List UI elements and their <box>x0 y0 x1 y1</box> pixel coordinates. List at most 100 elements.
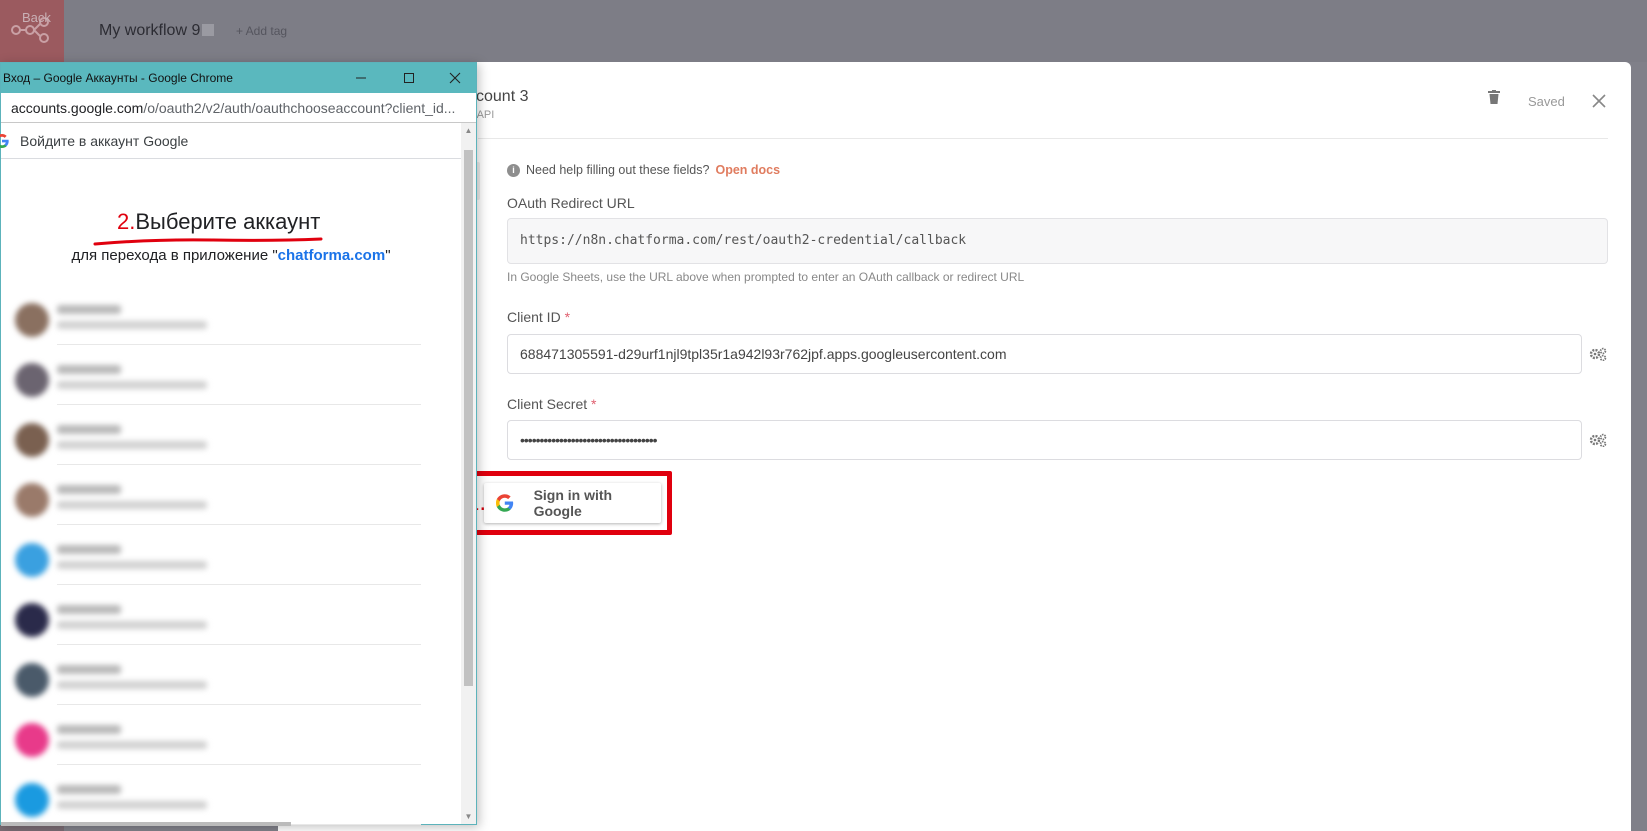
account-list-item[interactable] <box>1 285 461 345</box>
account-name-blurred <box>57 725 121 734</box>
account-avatar <box>15 603 49 637</box>
account-avatar <box>15 483 49 517</box>
client-secret-label: Client Secret * <box>507 396 597 412</box>
redirect-url-hint: In Google Sheets, use the URL above when… <box>507 270 1025 284</box>
horizontal-scrollbar[interactable] <box>1 822 291 826</box>
account-details-blurred <box>57 665 207 689</box>
account-avatar <box>15 363 49 397</box>
saved-status: Saved <box>1528 94 1565 109</box>
account-list-item[interactable] <box>1 525 461 585</box>
info-icon: i <box>507 163 520 177</box>
account-list-item[interactable] <box>1 465 461 525</box>
account-avatar <box>15 543 49 577</box>
account-list-item[interactable] <box>1 345 461 405</box>
client-id-label-text: Client ID <box>507 309 561 325</box>
chrome-popup-window: Вход – Google Аккаунты - Google Chrome a… <box>0 62 477 826</box>
workflow-title[interactable]: My workflow 9 <box>99 22 215 40</box>
choose-account-text: Выберите аккаунт <box>135 209 321 234</box>
window-close-icon[interactable] <box>439 67 471 89</box>
account-details-blurred <box>57 365 207 389</box>
window-title: Вход – Google Аккаунты - Google Chrome <box>3 71 233 85</box>
signin-header-text: Войдите в аккаунт Google <box>20 133 189 149</box>
account-details-blurred <box>57 425 207 449</box>
client-secret-label-text: Client Secret <box>507 396 588 412</box>
account-details-blurred <box>57 545 207 569</box>
credential-name[interactable]: ccount 3 <box>468 88 528 106</box>
required-mark: * <box>591 396 597 412</box>
account-email-blurred <box>57 621 207 629</box>
account-name-blurred <box>57 425 121 434</box>
client-id-input[interactable]: 688471305591-d29urf1njl9tpl35r1a942l93r7… <box>507 334 1582 374</box>
close-icon[interactable] <box>1592 94 1606 108</box>
account-email-blurred <box>57 801 207 809</box>
workflow-title-text: My workflow 9 <box>99 22 201 39</box>
scroll-up-icon[interactable]: ▲ <box>464 126 473 135</box>
account-avatar <box>15 663 49 697</box>
address-path: /o/oauth2/v2/auth/oauthchooseaccount?cli… <box>143 100 456 116</box>
account-email-blurred <box>57 441 207 449</box>
subtitle-suffix: " <box>385 247 391 264</box>
account-name-blurred <box>57 365 121 374</box>
account-name-blurred <box>57 605 121 614</box>
required-mark: * <box>564 309 571 325</box>
account-email-blurred <box>57 321 207 329</box>
app-header <box>64 0 1647 62</box>
credential-modal: ccount 3 2 API Saved i Need help filling… <box>278 62 1631 831</box>
client-secret-input[interactable]: ••••••••••••••••••••••••••••••••••• <box>507 420 1582 460</box>
account-details-blurred <box>57 785 207 809</box>
add-tag-link[interactable]: + Add tag <box>236 24 287 38</box>
account-email-blurred <box>57 561 207 569</box>
account-details-blurred <box>57 725 207 749</box>
account-list-item[interactable] <box>1 585 461 645</box>
account-list <box>1 285 461 825</box>
account-email-blurred <box>57 381 207 389</box>
window-titlebar[interactable]: Вход – Google Аккаунты - Google Chrome <box>1 63 476 93</box>
address-url: accounts.google.com/o/oauth2/v2/auth/oau… <box>11 100 466 116</box>
account-avatar <box>15 303 49 337</box>
account-name-blurred <box>57 665 121 674</box>
account-list-item[interactable] <box>1 645 461 705</box>
account-name-blurred <box>57 305 121 314</box>
address-host: accounts.google.com <box>11 100 144 116</box>
app-name-link[interactable]: chatforma.com <box>278 247 386 264</box>
subtitle-prefix: для перехода в приложение " <box>71 247 278 264</box>
trash-icon[interactable] <box>1488 90 1500 104</box>
account-email-blurred <box>57 501 207 509</box>
account-list-item[interactable] <box>1 765 461 825</box>
redirect-url-field[interactable]: https://n8n.chatforma.com/rest/oauth2-cr… <box>507 218 1608 264</box>
maximize-icon[interactable] <box>393 67 425 89</box>
account-email-blurred <box>57 681 207 689</box>
choose-account-title: 2.Выберите аккаунт <box>117 209 320 235</box>
account-list-item[interactable] <box>1 705 461 765</box>
address-bar[interactable]: accounts.google.com/o/oauth2/v2/auth/oau… <box>1 93 476 123</box>
gears-icon[interactable] <box>1589 433 1607 447</box>
account-avatar <box>15 783 49 817</box>
account-details-blurred <box>57 305 207 329</box>
gears-icon[interactable] <box>1589 347 1607 361</box>
edit-title-icon <box>202 24 215 36</box>
account-name-blurred <box>57 545 121 554</box>
google-g-icon <box>0 134 9 148</box>
minimize-icon[interactable] <box>345 67 377 89</box>
account-details-blurred <box>57 485 207 509</box>
back-link[interactable]: Back <box>22 10 51 25</box>
open-docs-link[interactable]: Open docs <box>715 163 780 177</box>
account-details-blurred <box>57 605 207 629</box>
client-id-label: Client ID * <box>507 309 570 325</box>
account-name-blurred <box>57 485 121 494</box>
account-avatar <box>15 423 49 457</box>
choose-account-subtitle: для перехода в приложение "chatforma.com… <box>1 247 461 264</box>
sign-in-with-google-button[interactable]: Sign in with Google <box>484 483 661 523</box>
redirect-url-label: OAuth Redirect URL <box>507 195 635 211</box>
help-text: Need help filling out these fields? <box>526 163 710 177</box>
vertical-scrollbar[interactable]: ▲ ▼ <box>461 123 476 824</box>
scroll-down-icon[interactable]: ▼ <box>464 812 473 821</box>
google-signin-header: Войдите в аккаунт Google <box>0 123 461 159</box>
account-name-blurred <box>57 785 121 794</box>
google-g-icon <box>496 494 514 512</box>
annotation-step-2: 2. <box>117 209 136 234</box>
sign-in-label: Sign in with Google <box>533 487 613 519</box>
account-list-item[interactable] <box>1 405 461 465</box>
scroll-thumb[interactable] <box>464 150 473 686</box>
header-divider <box>478 138 1608 139</box>
